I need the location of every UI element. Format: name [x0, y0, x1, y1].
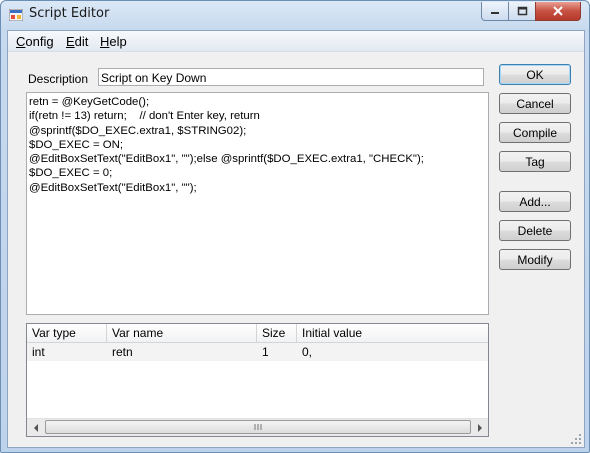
code-line: @EditBoxSetText("EditBox1", "");else @sp… — [29, 153, 424, 166]
description-input[interactable]: Script on Key Down — [98, 68, 484, 86]
maximize-icon — [517, 6, 527, 16]
compile-button[interactable]: Compile — [499, 122, 571, 143]
table-row[interactable]: int retn 1 0, — [27, 343, 488, 361]
cell-size: 1 — [262, 345, 269, 359]
ok-button[interactable]: OK — [499, 64, 571, 85]
variables-list[interactable]: Var type Var name Size Initial value int… — [26, 323, 489, 437]
cancel-button[interactable]: Cancel — [499, 93, 571, 114]
grip-icon — [254, 424, 262, 430]
scroll-left-button[interactable] — [27, 419, 44, 436]
modify-button[interactable]: Modify — [499, 249, 571, 270]
column-header-var-type[interactable]: Var type — [27, 324, 107, 342]
cell-var-type: int — [32, 345, 45, 359]
code-line: @EditBoxSetText("EditBox1", ""); — [29, 181, 197, 194]
window-title: Script Editor — [29, 6, 110, 21]
menu-help[interactable]: Help — [100, 34, 127, 49]
column-header-initial-value[interactable]: Initial value — [297, 324, 488, 342]
horizontal-scrollbar[interactable] — [27, 418, 488, 436]
scroll-right-button[interactable] — [471, 419, 488, 436]
client-area: Config Edit Help Description Script on K… — [7, 30, 585, 448]
column-header-var-name[interactable]: Var name — [107, 324, 257, 342]
scroll-thumb[interactable] — [45, 420, 471, 434]
code-line: retn = @KeyGetCode(); — [29, 96, 150, 108]
menu-edit[interactable]: Edit — [66, 34, 88, 49]
resize-grip-icon[interactable] — [570, 433, 582, 445]
cell-var-name: retn — [112, 345, 133, 359]
menu-config[interactable]: Config — [16, 34, 54, 49]
code-line: $DO_EXEC = 0; — [29, 167, 113, 180]
minimize-icon — [491, 12, 499, 14]
arrow-left-icon — [33, 423, 38, 432]
maximize-button[interactable] — [508, 2, 536, 21]
tag-button[interactable]: Tag — [499, 151, 571, 172]
column-header-size[interactable]: Size — [257, 324, 297, 342]
list-header: Var type Var name Size Initial value — [27, 324, 488, 343]
script-editor-window: Script Editor Config Edit Help Descripti… — [0, 0, 590, 453]
close-icon — [553, 6, 563, 16]
minimize-button[interactable] — [481, 2, 509, 21]
code-line: if(retn != 13) return; // don't Enter ke… — [29, 110, 260, 123]
app-icon — [9, 9, 23, 21]
delete-button[interactable]: Delete — [499, 220, 571, 241]
script-code-editor[interactable]: retn = @KeyGetCode(); if(retn != 13) retu… — [26, 92, 489, 315]
arrow-right-icon — [477, 423, 482, 432]
code-line: @sprintf($DO_EXEC.extra1, $STRING02); — [29, 124, 247, 137]
cell-initial-value: 0, — [302, 345, 313, 359]
title-bar[interactable]: Script Editor — [1, 1, 589, 29]
close-window-button[interactable] — [535, 2, 581, 21]
description-label: Description — [28, 72, 89, 86]
code-line: $DO_EXEC = ON; — [29, 138, 124, 151]
menu-bar: Config Edit Help — [8, 31, 584, 52]
add-button[interactable]: Add... — [499, 191, 571, 212]
